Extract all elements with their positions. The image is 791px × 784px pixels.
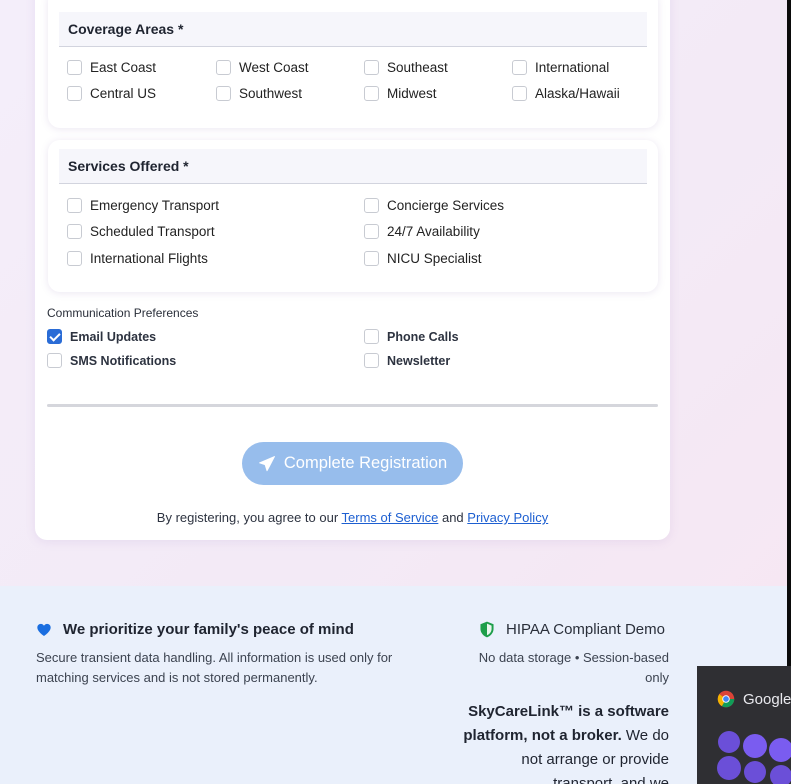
notification-image xyxy=(717,731,791,784)
checkbox[interactable] xyxy=(67,224,82,239)
checkbox[interactable] xyxy=(364,198,379,213)
checkbox[interactable] xyxy=(512,86,527,101)
button-label: Complete Registration xyxy=(283,454,448,472)
option-label: Email Updates xyxy=(70,329,157,344)
section-divider xyxy=(47,404,658,407)
checkbox[interactable] xyxy=(216,60,231,75)
services-offered-heading: Services Offered * xyxy=(59,149,647,184)
paper-plane-icon xyxy=(258,455,275,471)
chrome-icon xyxy=(717,690,735,708)
checkbox[interactable] xyxy=(216,86,231,101)
footer-description: Secure transient data handling. All info… xyxy=(36,650,393,685)
checkbox-checked[interactable] xyxy=(47,329,62,344)
option-label: Central US xyxy=(90,86,157,101)
option-label: SMS Notifications xyxy=(70,353,177,368)
coverage-option-southeast[interactable]: Southeast xyxy=(364,60,448,75)
heart-icon xyxy=(37,623,51,636)
privacy-policy-link[interactable]: Privacy Policy xyxy=(467,510,548,525)
services-offered-section: Services Offered * Emergency Transport C… xyxy=(48,140,658,292)
coverage-option-alaska-hawaii[interactable]: Alaska/Hawaii xyxy=(512,86,620,101)
option-label: Midwest xyxy=(387,86,437,101)
checkbox[interactable] xyxy=(512,60,527,75)
comm-option-sms-notifications[interactable]: SMS Notifications xyxy=(47,353,176,368)
browser-notification-popup[interactable]: Google xyxy=(697,666,791,784)
option-label: Scheduled Transport xyxy=(90,224,215,239)
coverage-option-southwest[interactable]: Southwest xyxy=(216,86,302,101)
checkbox[interactable] xyxy=(364,86,379,101)
option-label: Southeast xyxy=(387,60,448,75)
checkbox[interactable] xyxy=(67,198,82,213)
shield-icon xyxy=(480,621,494,638)
checkbox[interactable] xyxy=(364,60,379,75)
communication-preferences-heading: Communication Preferences xyxy=(47,306,199,320)
checkbox[interactable] xyxy=(364,353,379,368)
option-label: 24/7 Availability xyxy=(387,224,480,239)
option-label: Emergency Transport xyxy=(90,198,220,213)
checkbox[interactable] xyxy=(67,251,82,266)
platform-disclaimer: SkyCareLink™ is a software platform, not… xyxy=(460,700,669,784)
option-label: Concierge Services xyxy=(387,198,505,213)
complete-registration-button[interactable]: Complete Registration xyxy=(242,442,463,485)
coverage-option-midwest[interactable]: Midwest xyxy=(364,86,437,101)
comm-option-phone-calls[interactable]: Phone Calls xyxy=(364,329,459,344)
terms-agreement: By registering, you agree to our Terms o… xyxy=(0,510,705,525)
option-label: International xyxy=(535,60,610,75)
coverage-areas-section: Coverage Areas * East Coast West Coast S… xyxy=(48,0,658,128)
option-label: East Coast xyxy=(90,60,157,75)
option-label: Southwest xyxy=(239,86,303,101)
coverage-option-west-coast[interactable]: West Coast xyxy=(216,60,309,75)
service-option-concierge-services[interactable]: Concierge Services xyxy=(364,198,504,213)
coverage-option-central-us[interactable]: Central US xyxy=(67,86,156,101)
service-option-international-flights[interactable]: International Flights xyxy=(67,251,208,266)
terms-of-service-link[interactable]: Terms of Service xyxy=(342,510,439,525)
checkbox[interactable] xyxy=(364,251,379,266)
notification-header: Google xyxy=(717,690,791,708)
checkbox[interactable] xyxy=(364,224,379,239)
comm-option-newsletter[interactable]: Newsletter xyxy=(364,353,450,368)
service-option-emergency-transport[interactable]: Emergency Transport xyxy=(67,198,219,213)
service-option-scheduled-transport[interactable]: Scheduled Transport xyxy=(67,224,215,239)
checkbox[interactable] xyxy=(67,86,82,101)
service-option-24-7-availability[interactable]: 24/7 Availability xyxy=(364,224,480,239)
comm-option-email-updates[interactable]: Email Updates xyxy=(47,329,156,344)
option-label: Newsletter xyxy=(387,353,451,368)
option-label: Alaska/Hawaii xyxy=(535,86,620,101)
option-label: Phone Calls xyxy=(387,329,459,344)
footer-title: We prioritize your family's peace of min… xyxy=(63,621,354,638)
checkbox[interactable] xyxy=(67,60,82,75)
storage-note: No data storage • Session-based only xyxy=(478,650,669,685)
option-label: West Coast xyxy=(239,60,309,75)
option-label: NICU Specialist xyxy=(387,251,482,266)
notification-app-name: Google xyxy=(743,690,791,708)
service-option-nicu-specialist[interactable]: NICU Specialist xyxy=(364,251,482,266)
coverage-option-international[interactable]: International xyxy=(512,60,609,75)
checkbox[interactable] xyxy=(364,329,379,344)
checkbox[interactable] xyxy=(47,353,62,368)
agreement-prefix: By registering, you agree to our xyxy=(156,510,342,525)
coverage-areas-heading: Coverage Areas * xyxy=(59,12,647,47)
hipaa-badge-text: HIPAA Compliant Demo xyxy=(506,621,665,638)
coverage-option-east-coast[interactable]: East Coast xyxy=(67,60,156,75)
option-label: International Flights xyxy=(90,251,208,266)
agreement-middle: and xyxy=(438,510,468,525)
